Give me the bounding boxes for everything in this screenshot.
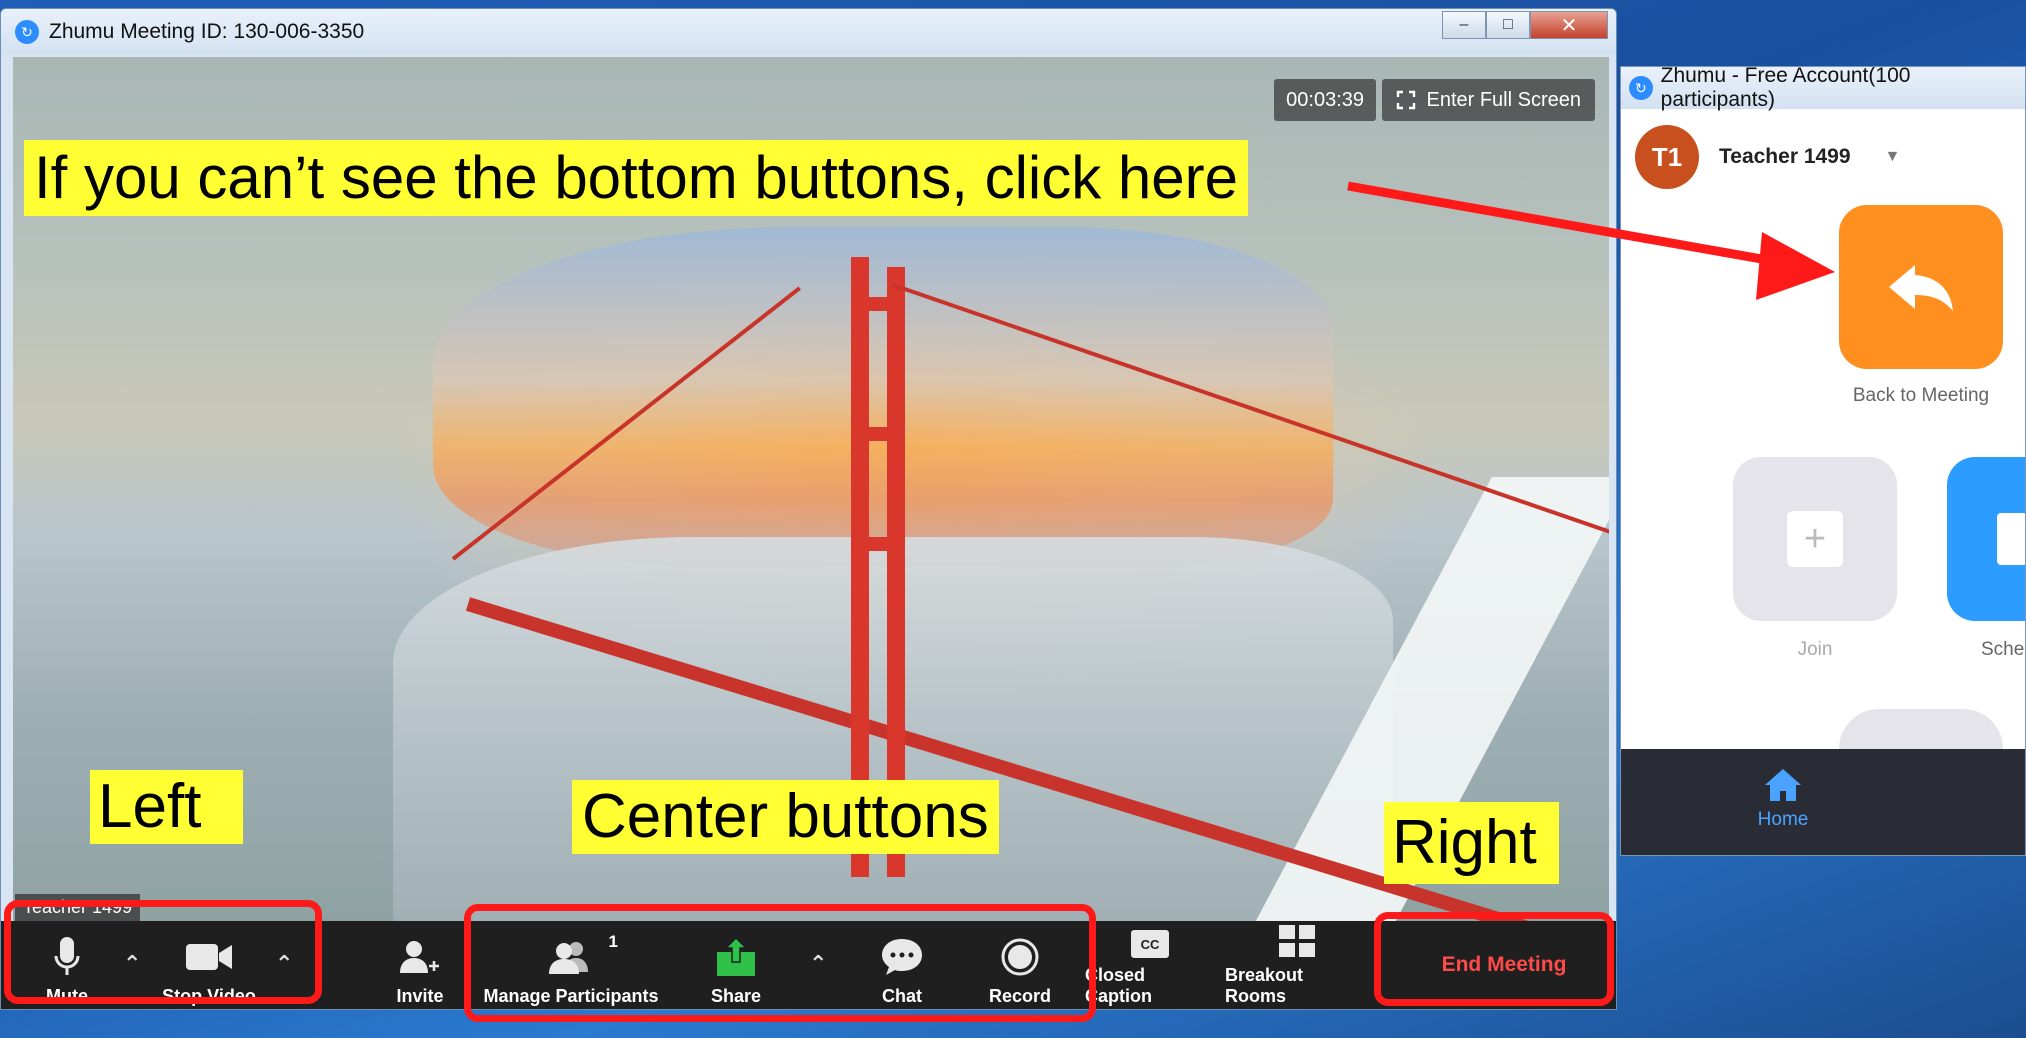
center-callout: Center buttons (572, 780, 999, 854)
annotation-arrow (1347, 181, 1835, 300)
left-callout: Left (90, 770, 244, 844)
left-buttons-highlight (4, 900, 322, 1004)
center-buttons-highlight (464, 904, 1096, 1022)
arrow-head (1756, 232, 1835, 300)
arrow-line (1347, 181, 1791, 269)
right-buttons-highlight (1374, 912, 1614, 1006)
right-callout: Right (1384, 802, 1559, 884)
